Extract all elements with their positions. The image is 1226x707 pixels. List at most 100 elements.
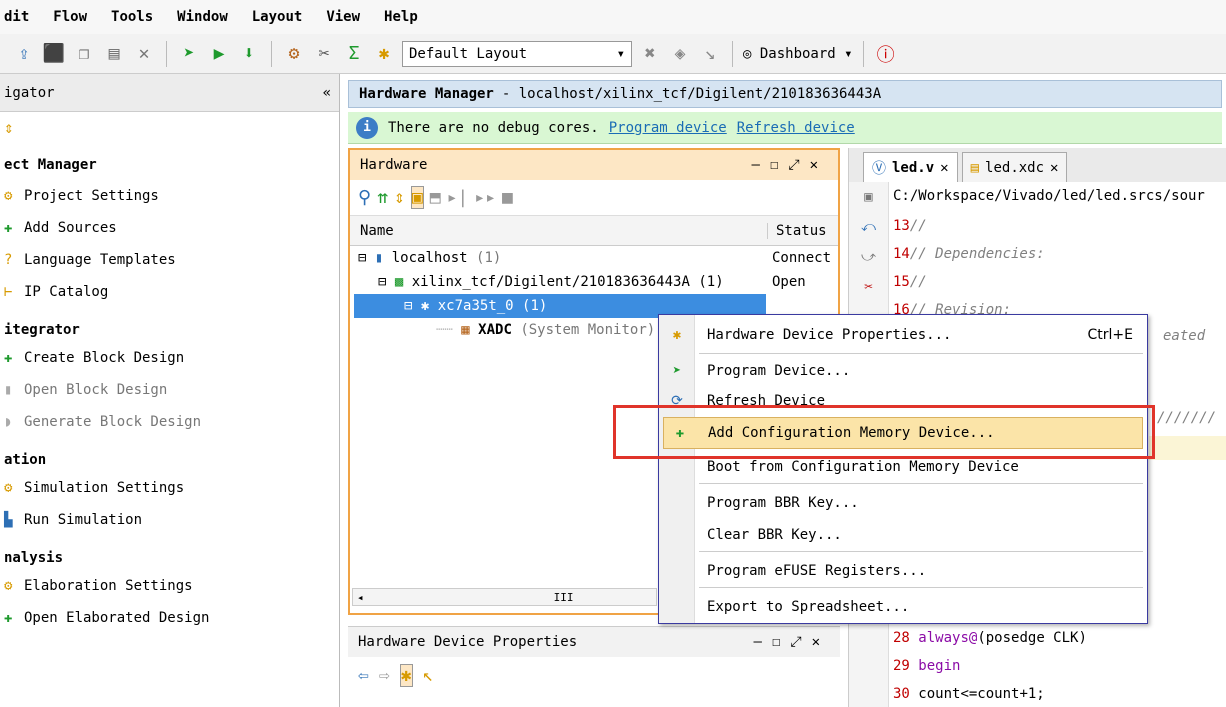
settings-icon[interactable]: ⚙ [282,42,306,66]
collapse-icon[interactable]: « [323,85,331,101]
program-device-link[interactable]: Program device [609,120,727,136]
open-project-icon[interactable]: ⇪ [12,42,36,66]
add-icon: ✚ [4,350,13,366]
menu-tools[interactable]: Tools [111,9,153,25]
nav-item-label: Open Elaborated Design [24,610,210,626]
menu-item-export-to-spreadsheet[interactable]: Export to Spreadsheet... [659,591,1147,623]
menu-layout[interactable]: Layout [252,9,303,25]
nav-create-block-design[interactable]: ✚ Create Block Design [0,342,339,374]
expand-icon[interactable]: ⊟ [404,298,412,314]
copy-icon[interactable]: ❐ [72,42,96,66]
expand-icon[interactable]: ⊟ [358,250,366,266]
debug-icon[interactable]: ✖ [638,42,662,66]
run-trigger-icon[interactable]: ▸| [447,187,469,208]
redo-icon[interactable]: ⤻ [849,242,888,272]
hardware-device-properties-panel: Hardware Device Properties —☐⤢✕ ⇦ ⇨ ✱ ↖ [348,626,840,707]
status-column[interactable]: Status [768,223,827,239]
expand-icon[interactable]: ⊟ [378,274,386,290]
menu-edit[interactable]: dit [4,9,29,25]
hardware-panel-title: Hardware [360,157,428,173]
auto-connect-icon[interactable]: ▣ [410,186,424,209]
expand-all-icon[interactable]: ⇕ [394,187,405,208]
help-icon[interactable]: ⓘ [874,42,898,66]
nav-language-templates[interactable]: ? Language Templates [0,244,339,276]
nav-generate-block-design[interactable]: ◗ Generate Block Design [0,406,339,438]
nav-ip-catalog[interactable]: ⊢ IP Catalog [0,276,339,308]
editor-tabs: Ⓥ led.v ✕ ▤ led.xdc ✕ [849,148,1226,182]
maximize-icon[interactable]: ☐ [772,634,790,650]
code-line: 15// [893,274,927,290]
nav-open-block-design[interactable]: ▮ Open Block Design [0,374,339,406]
hardware-manager-path: - localhost/xilinx_tcf/Digilent/21018363… [501,86,882,102]
menu-view[interactable]: View [326,9,360,25]
debug-info-bar: i There are no debug cores. Program devi… [348,112,1222,144]
tree-row-name: xc7a35t_0 [437,298,514,314]
chip-settings-icon[interactable]: ✱ [399,663,413,687]
tab-led-xdc[interactable]: ▤ led.xdc ✕ [961,152,1068,182]
debug-step-icon[interactable]: ◈ [668,42,692,66]
close-icon[interactable]: ✕ [812,634,830,650]
run-icon[interactable]: ▶ [207,42,231,66]
sum-icon[interactable]: Σ [342,42,366,66]
menu-help[interactable]: Help [384,9,418,25]
menu-item-program-device[interactable]: ➤ Program Device... [659,355,1147,387]
nav-simulation-settings[interactable]: ⚙ Simulation Settings [0,472,339,504]
ip-icon[interactable]: ✱ [372,42,396,66]
undo-icon[interactable]: ⤺ [849,212,888,242]
nav-item-label: Simulation Settings [24,480,185,496]
back-icon[interactable]: ⇦ [358,665,369,686]
nav-run-simulation[interactable]: ▙ Run Simulation [0,504,339,536]
float-icon[interactable]: ⤢ [790,634,811,650]
cut-icon[interactable]: ✂ [849,272,888,302]
run-all-icon[interactable]: ➤ [177,42,201,66]
minimize-icon[interactable]: — [753,634,771,650]
close-icon[interactable]: ✕ [810,157,828,173]
maximize-icon[interactable]: ☐ [770,157,788,173]
menu-window[interactable]: Window [177,9,228,25]
tools-icon[interactable]: ✂ [312,42,336,66]
menu-separator [699,587,1143,588]
pointer-icon[interactable]: ↖ [423,665,434,686]
run-trigger-immediate-icon[interactable]: ▸▸ [474,187,496,208]
nav-add-sources[interactable]: ✚ Add Sources [0,212,339,244]
nav-elaboration-settings[interactable]: ⚙ Elaboration Settings [0,570,339,602]
scroll-thumb[interactable]: III [554,591,574,604]
menu-item-program-bbr-key[interactable]: Program BBR Key... [659,487,1147,519]
close-icon[interactable]: ✕ [940,160,948,176]
toolbar-separator [732,40,733,67]
search-icon[interactable]: ⚲ [358,187,371,208]
debug-pointer-icon[interactable]: ↘ [698,42,722,66]
menu-flow[interactable]: Flow [53,9,87,25]
delete-icon[interactable]: ✕ [132,42,156,66]
tree-row-target[interactable]: ⊟ ▩ xilinx_tcf/Digilent/210183636443A (1… [350,270,838,294]
float-icon[interactable]: ⤢ [788,157,809,173]
generate-bitstream-icon[interactable]: ⬇ [237,42,261,66]
collapse-all-icon[interactable]: ⇈ [377,187,388,208]
section-ip-integrator: itegrator [4,322,80,338]
stop-icon[interactable]: ■ [502,187,513,208]
forward-icon[interactable]: ⇨ [379,665,390,686]
save-file-icon[interactable]: ▣ [849,182,888,212]
paste-icon[interactable]: ▤ [102,42,126,66]
save-icon[interactable]: ⬛ [42,42,66,66]
tree-row-status: Open [772,274,806,290]
dashboard-button[interactable]: ◎ Dashboard ▾ [743,46,853,62]
scroll-left-icon[interactable]: ◂ [353,591,364,604]
tree-row-localhost[interactable]: ⊟ ▮ localhost (1) Connect [350,246,838,270]
refresh-device-link[interactable]: Refresh device [737,120,855,136]
horizontal-scrollbar[interactable]: ◂ III [352,588,657,606]
menu-item-clear-bbr-key[interactable]: Clear BBR Key... [659,519,1147,551]
minimize-icon[interactable]: — [751,157,769,173]
tab-led-v[interactable]: Ⓥ led.v ✕ [863,152,958,182]
close-icon[interactable]: ✕ [1050,160,1058,176]
disconnect-icon[interactable]: ⬒ [430,187,441,208]
menu-separator [699,551,1143,552]
nav-open-elaborated-design[interactable]: ✚ Open Elaborated Design [0,602,339,634]
properties-toolbar: ⇦ ⇨ ✱ ↖ [348,657,840,693]
nav-project-settings[interactable]: ⚙ Project Settings [0,180,339,212]
navigator-toolbar-icon[interactable]: ⇕ [0,112,339,142]
menu-item-hardware-device-properties[interactable]: ✱ Hardware Device Properties... Ctrl+E [659,319,1147,351]
layout-select[interactable]: Default Layout ▾ [402,40,632,67]
name-column[interactable]: Name [350,222,768,239]
menu-item-program-efuse-registers[interactable]: Program eFUSE Registers... [659,555,1147,587]
